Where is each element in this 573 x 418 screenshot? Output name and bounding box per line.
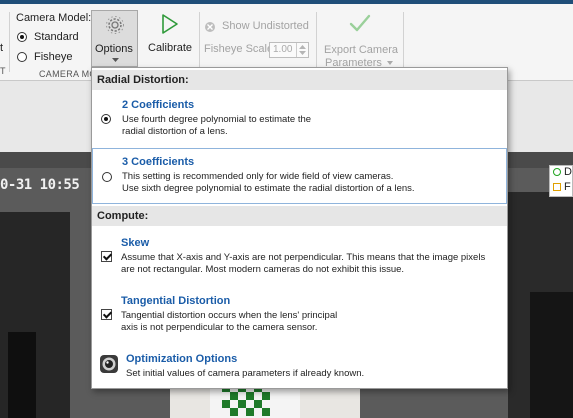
camera-model-label: Camera Model: [16,12,92,24]
coef3-desc-line2: Use sixth degree polynomial to estimate … [122,183,415,194]
options-label: Options [95,43,133,55]
skew-desc-line2: are not rectangular. Most modern cameras… [121,264,405,275]
dropdown-arrow-icon [112,58,119,62]
coef2-desc-line2: radial distortion of a lens. [122,126,228,137]
option-skew[interactable]: Skew Assume that X-axis and Y-axis are n… [92,230,507,280]
tangential-title: Tangential Distortion [121,295,231,307]
spinner-arrows[interactable] [296,43,308,57]
option-3-coefficients[interactable]: 3 Coefficients This setting is recommend… [92,148,507,204]
origin-point-icon [553,183,561,191]
skew-title: Skew [121,237,150,249]
fisheye-scale-label: Fisheye Scale [204,43,274,55]
standard-label[interactable]: Standard [34,31,79,43]
tangential-desc-line1: Tangential distortion occurs when the le… [121,310,338,321]
image-shadow [8,332,36,418]
legend-letter-1: D [564,166,572,178]
legend-letter-2: F [564,181,571,193]
coef3-desc-line1: This setting is recommended only for wid… [122,171,394,182]
fisheye-scale-value: 1.00 [273,44,293,55]
gear-icon [106,16,124,34]
compute-header: Compute: [92,206,507,226]
camera-model-group-title: CAMERA MO [39,69,97,79]
coef2-desc-line1: Use fourth degree polynomial to estimate… [122,114,312,125]
camera-timestamp: 0-31 10:55 [0,177,80,193]
calibrate-button[interactable]: Calibrate [142,10,196,67]
separator [403,12,404,72]
coef3-title: 3 Coefficients [122,156,195,168]
coef2-title: 2 Coefficients [122,99,195,111]
cut-label-T: T [0,66,6,76]
dropdown-arrow-icon [387,61,393,65]
camera-lens-icon [100,355,118,373]
separator [316,12,317,72]
skew-desc-line1: Assume that X-axis and Y-axis are not pe… [121,252,486,263]
optimization-title: Optimization Options [126,353,238,365]
image-shadow [530,292,573,418]
options-dropdown-panel: Radial Distortion: 2 Coefficients Use fo… [91,67,508,389]
export-camera-parameters-button[interactable]: Export Camera Parameters [320,10,400,70]
standard-radio[interactable] [17,32,27,42]
radial-distortion-header: Radial Distortion: [92,70,507,90]
option-tangential-distortion[interactable]: Tangential Distortion Tangential distort… [92,288,507,338]
detected-point-icon [553,168,561,176]
fisheye-radio[interactable] [17,52,27,62]
play-icon [162,14,178,34]
show-undistorted-button[interactable]: Show Undistorted [204,20,314,36]
checkmark-icon [349,14,371,32]
show-undistorted-label: Show Undistorted [222,20,309,32]
option-optimization-options[interactable]: Optimization Options Set initial values … [92,346,507,386]
fisheye-label[interactable]: Fisheye [34,51,73,63]
undistort-icon [205,22,215,32]
skew-checkbox[interactable] [101,251,112,262]
spinner-updown-icon [299,45,306,55]
separator [199,12,200,72]
cut-label-t: t [0,42,4,54]
export-label-line1: Export Camera [324,44,398,56]
option-2-coefficients[interactable]: 2 Coefficients Use fourth degree polynom… [92,92,507,147]
fisheye-scale-spinner[interactable]: 1.00 [269,42,309,58]
calibrate-label: Calibrate [148,42,193,54]
coef3-radio[interactable] [102,172,112,182]
options-button[interactable]: Options [91,10,138,67]
separator [9,12,10,72]
tangential-desc-line2: axis is not perpendicular to the camera … [121,322,318,333]
tangential-checkbox[interactable] [101,309,112,320]
optimization-desc: Set initial values of camera parameters … [126,368,365,379]
point-legend: D F [549,165,573,197]
coef2-radio[interactable] [101,114,111,124]
